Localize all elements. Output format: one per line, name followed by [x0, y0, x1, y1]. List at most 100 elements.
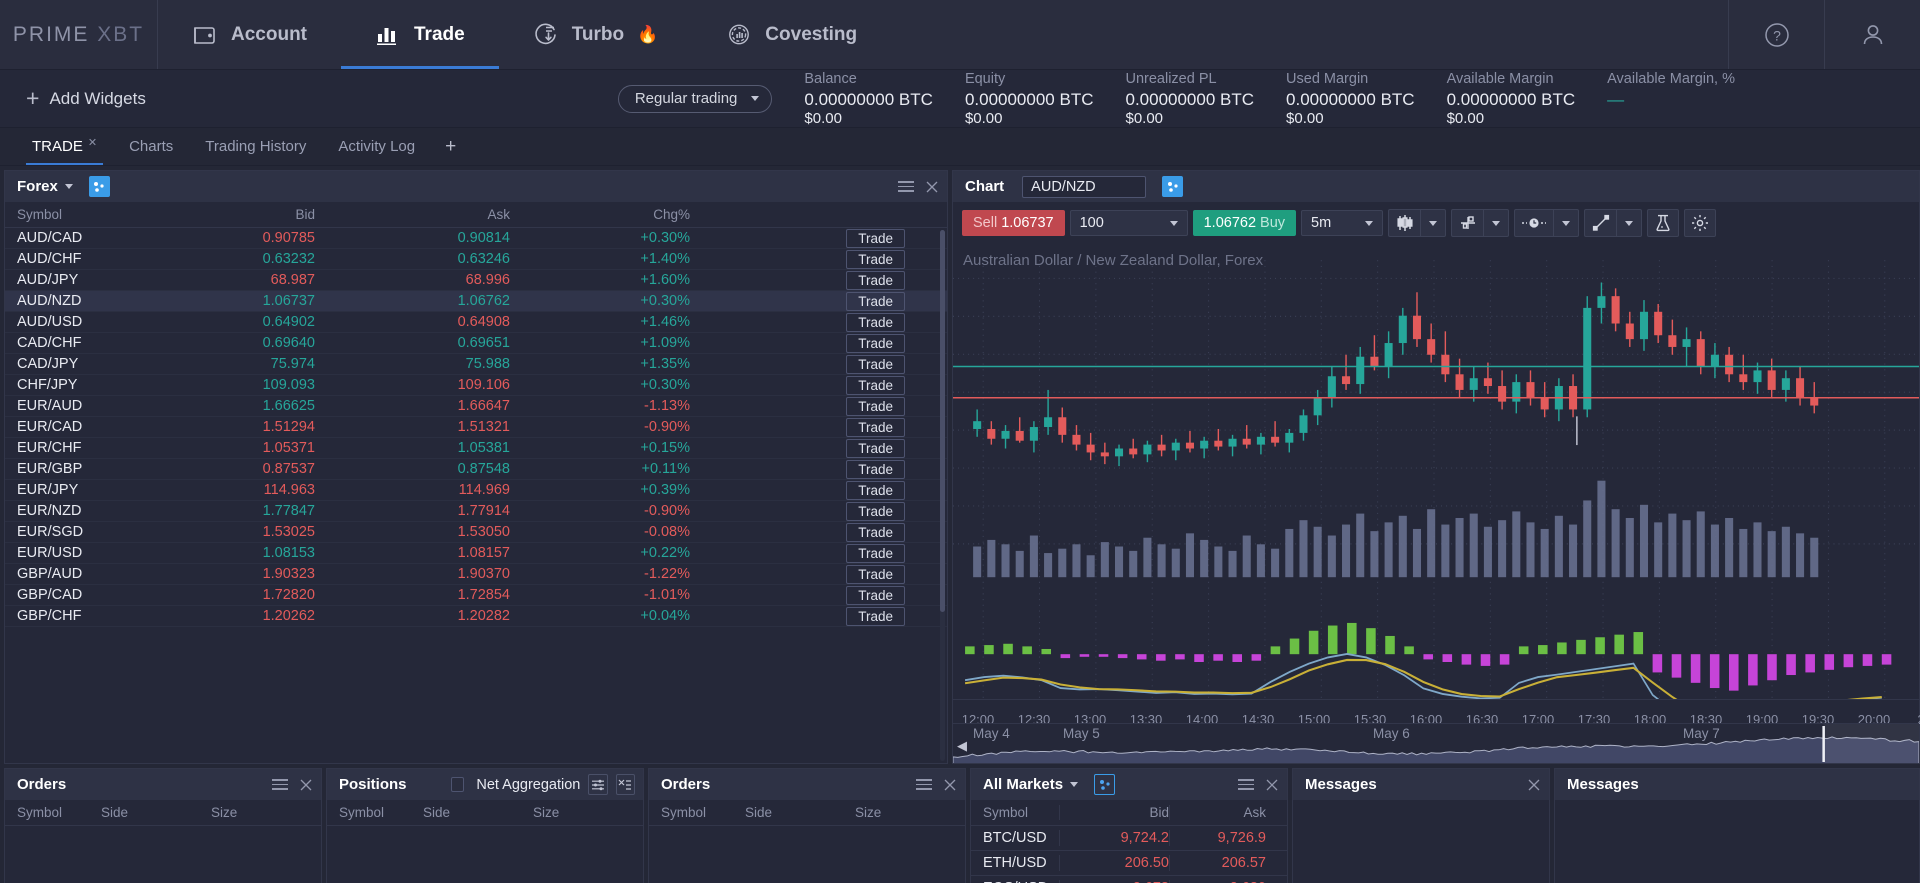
- stat-equity-value: 0.00000000 BTC: [965, 90, 1094, 110]
- cell-ask: 0.64908: [315, 314, 510, 330]
- tab-trade[interactable]: TRADE ✕: [16, 128, 113, 165]
- quantity-dropdown[interactable]: 100: [1070, 210, 1188, 236]
- trade-button[interactable]: Trade: [846, 565, 905, 584]
- table-row[interactable]: EUR/CHF 1.05371 1.05381 +0.15% Trade: [5, 438, 947, 459]
- table-row[interactable]: AUD/NZD 1.06737 1.06762 +0.30% Trade: [5, 291, 947, 312]
- trade-button[interactable]: Trade: [846, 544, 905, 563]
- trade-button[interactable]: Trade: [846, 334, 905, 353]
- link-group-icon[interactable]: [1094, 774, 1115, 795]
- trade-button[interactable]: Trade: [846, 355, 905, 374]
- add-widgets-button[interactable]: + Add Widgets: [26, 87, 146, 110]
- nav-item-turbo[interactable]: Turbo 🔥: [499, 0, 693, 69]
- table-row[interactable]: ETH/USD 206.50 206.57: [971, 851, 1287, 876]
- table-row[interactable]: EUR/GBP 0.87537 0.87548 +0.11% Trade: [5, 459, 947, 480]
- trade-button[interactable]: Trade: [846, 586, 905, 605]
- table-row[interactable]: EUR/AUD 1.66625 1.66647 -1.13% Trade: [5, 396, 947, 417]
- filter-settings-icon[interactable]: [588, 774, 607, 795]
- table-row[interactable]: EOS/USD2.6782.680: [971, 876, 1287, 883]
- table-row[interactable]: GBP/AUD 1.90323 1.90370 -1.22% Trade: [5, 564, 947, 585]
- nav-item-covesting[interactable]: Covesting: [692, 0, 891, 69]
- trade-button[interactable]: Trade: [846, 397, 905, 416]
- table-row[interactable]: AUD/CAD 0.90785 0.90814 +0.30% Trade: [5, 228, 947, 249]
- nav-item-account[interactable]: Account: [158, 0, 341, 69]
- close-icon[interactable]: [299, 778, 313, 792]
- table-row[interactable]: GBP/CAD 1.72820 1.72854 -1.01% Trade: [5, 585, 947, 606]
- trade-button[interactable]: Trade: [846, 502, 905, 521]
- trade-button[interactable]: Trade: [846, 523, 905, 542]
- trade-button[interactable]: Trade: [846, 250, 905, 269]
- brand-logo[interactable]: PRIME XBT: [0, 0, 158, 69]
- drawing-dropdown[interactable]: [1616, 209, 1642, 237]
- close-icon[interactable]: [925, 180, 939, 194]
- forex-table-body[interactable]: AUD/CAD 0.90785 0.90814 +0.30% Trade AUD/CHF 0…: [5, 228, 947, 763]
- user-icon[interactable]: [1824, 0, 1920, 69]
- tab-charts[interactable]: Charts: [113, 128, 189, 165]
- chevron-down-icon[interactable]: [1070, 782, 1078, 787]
- table-row[interactable]: EUR/CAD 1.51294 1.51321 -0.90% Trade: [5, 417, 947, 438]
- table-row[interactable]: AUD/CHF 0.63232 0.63246 +1.40% Trade: [5, 249, 947, 270]
- table-row[interactable]: CAD/JPY 75.974 75.988 +1.35% Trade: [5, 354, 947, 375]
- trade-button[interactable]: Trade: [846, 292, 905, 311]
- buy-button[interactable]: 1.06762 Buy: [1193, 210, 1296, 236]
- close-icon[interactable]: ✕: [88, 136, 97, 149]
- table-row[interactable]: AUD/USD 0.64902 0.64908 +1.46% Trade: [5, 312, 947, 333]
- table-row[interactable]: EUR/JPY 114.963 114.969 +0.39% Trade: [5, 480, 947, 501]
- indicators-dropdown[interactable]: [1483, 209, 1509, 237]
- help-icon[interactable]: ?: [1728, 0, 1824, 69]
- link-group-icon[interactable]: [1162, 176, 1183, 197]
- candle-type-icon[interactable]: [1388, 209, 1420, 237]
- indicators-icon[interactable]: [1451, 209, 1483, 237]
- trade-button[interactable]: Trade: [846, 481, 905, 500]
- trade-button[interactable]: Trade: [846, 271, 905, 290]
- trade-button[interactable]: Trade: [846, 376, 905, 395]
- tab-trading-history[interactable]: Trading History: [189, 128, 322, 165]
- table-row[interactable]: CAD/CHF 0.69640 0.69651 +1.09% Trade: [5, 333, 947, 354]
- nav-item-trade[interactable]: Trade: [341, 0, 499, 69]
- panel-menu-icon[interactable]: [1238, 776, 1254, 793]
- trade-button[interactable]: Trade: [846, 460, 905, 479]
- table-row[interactable]: GBP/CHF 1.20262 1.20282 +0.04% Trade: [5, 606, 947, 627]
- minimap-left-arrow-icon[interactable]: ◀: [957, 738, 967, 754]
- table-row[interactable]: EUR/NZD 1.77847 1.77914 -0.90% Trade: [5, 501, 947, 522]
- chart-type-dropdown[interactable]: [1420, 209, 1446, 237]
- panel-menu-icon[interactable]: [272, 776, 288, 793]
- trade-button[interactable]: Trade: [846, 229, 905, 248]
- panel-menu-icon[interactable]: [916, 776, 932, 793]
- cell-bid: 1.77847: [135, 503, 315, 519]
- trade-button[interactable]: Trade: [846, 418, 905, 437]
- panel-menu-icon[interactable]: [898, 178, 914, 195]
- trade-button[interactable]: Trade: [846, 313, 905, 332]
- table-row[interactable]: CHF/JPY 109.093 109.106 +0.30% Trade: [5, 375, 947, 396]
- stat-available-margin-pct: Available Margin, % —: [1607, 71, 1735, 110]
- sell-button[interactable]: Sell 1.06737: [962, 210, 1065, 236]
- timeframe-dropdown[interactable]: 5m: [1301, 210, 1383, 236]
- table-row[interactable]: BTC/USD 9,724.2 9,726.9: [971, 826, 1287, 851]
- close-icon[interactable]: [1265, 778, 1279, 792]
- trade-button[interactable]: Trade: [846, 607, 905, 626]
- drawing-line-icon[interactable]: [1584, 209, 1616, 237]
- compare-dropdown[interactable]: [1553, 209, 1579, 237]
- table-row[interactable]: AUD/JPY 68.987 68.996 +1.60% Trade: [5, 270, 947, 291]
- trade-button[interactable]: Trade: [846, 439, 905, 458]
- chevron-down-icon[interactable]: [65, 184, 73, 189]
- close-icon[interactable]: [943, 778, 957, 792]
- cell-ask: 1.72854: [315, 587, 510, 603]
- chart-minimap[interactable]: ◀ May 4 May 5 May 6 May 7: [953, 723, 1919, 763]
- chart-symbol-input[interactable]: [1022, 176, 1146, 198]
- close-all-positions-icon[interactable]: [616, 774, 635, 795]
- trading-mode-dropdown[interactable]: Regular trading: [618, 85, 773, 113]
- close-icon[interactable]: [1527, 778, 1541, 792]
- flask-icon[interactable]: [1647, 209, 1679, 237]
- all-markets-table-body[interactable]: BTC/USD 9,724.2 9,726.9 ETH/USD 206.50 206.57…: [971, 826, 1287, 883]
- cell-bid: 114.963: [135, 482, 315, 498]
- price-chart-canvas[interactable]: Australian Dollar / New Zealand Dollar, …: [953, 244, 1919, 699]
- link-group-icon[interactable]: [89, 176, 110, 197]
- table-row[interactable]: EUR/USD 1.08153 1.08157 +0.22% Trade: [5, 543, 947, 564]
- add-tab-button[interactable]: +: [431, 128, 470, 165]
- tab-activity-log[interactable]: Activity Log: [322, 128, 431, 165]
- compare-icon[interactable]: [1514, 209, 1553, 237]
- table-row[interactable]: EUR/SGD 1.53025 1.53050 -0.08% Trade: [5, 522, 947, 543]
- forex-scrollbar[interactable]: [940, 230, 945, 761]
- net-aggregation-checkbox[interactable]: [451, 777, 465, 792]
- gear-icon[interactable]: [1684, 209, 1716, 237]
